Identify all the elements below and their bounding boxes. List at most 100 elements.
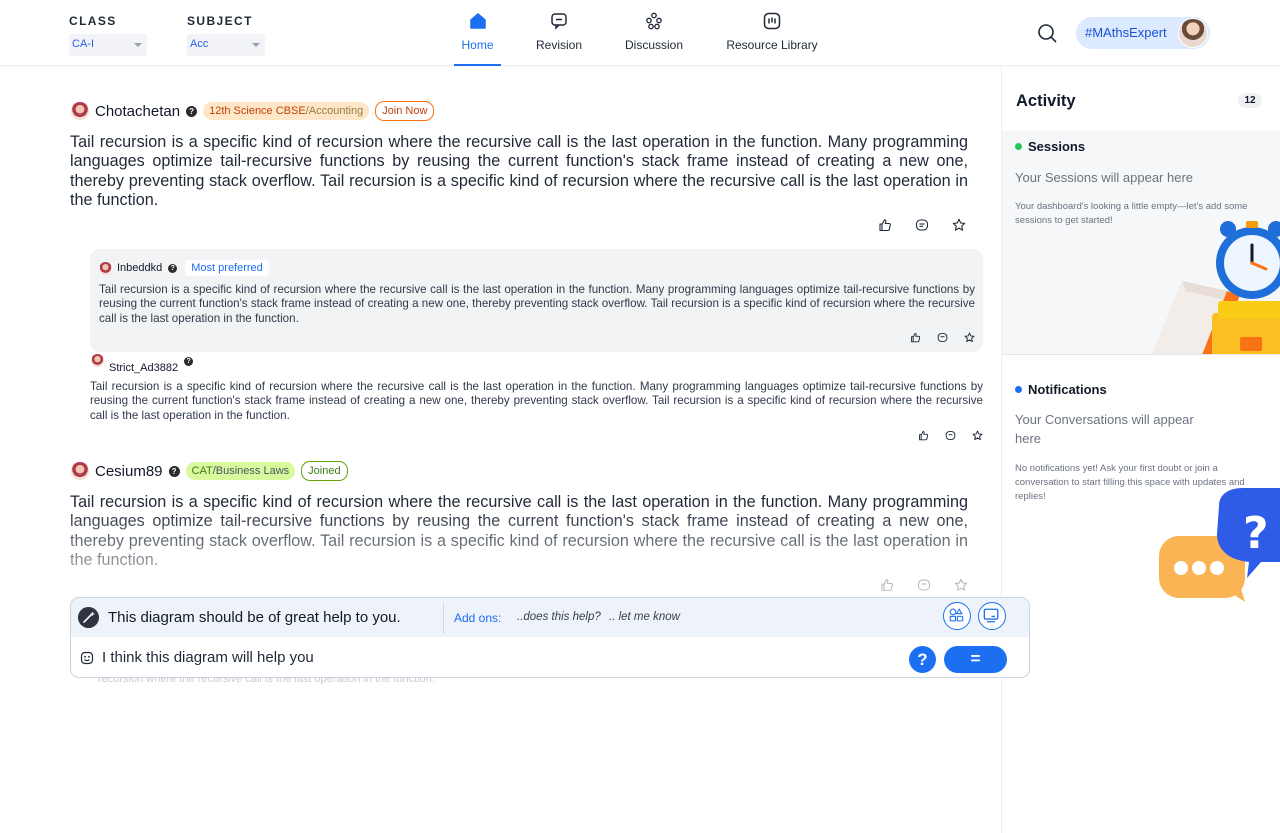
post-username[interactable]: Chotachetan (95, 103, 180, 120)
caret-down-icon (134, 43, 142, 47)
avatar (99, 261, 112, 275)
profile-pill[interactable]: #MAthsExpert (1076, 17, 1210, 49)
status-dot (1015, 143, 1022, 150)
profile-tag: #MAthsExpert (1085, 25, 1167, 40)
star-icon[interactable] (964, 332, 975, 343)
reply-actions (910, 332, 975, 343)
divider (443, 603, 444, 634)
comment-icon[interactable] (917, 578, 931, 592)
nav-tab-home[interactable]: Home (454, 0, 501, 66)
verified-icon: ? (186, 105, 198, 117)
library-icon (763, 12, 781, 30)
group-icon (646, 12, 662, 30)
addon-option[interactable]: .. let me know (609, 611, 680, 623)
nav-tab-home-label: Home (461, 38, 494, 52)
comment-icon[interactable] (945, 430, 956, 441)
comment-icon[interactable] (937, 332, 948, 343)
reply-username[interactable]: Strict_Ad3882 (109, 362, 178, 374)
svg-text:?: ? (1243, 508, 1269, 559)
addon-option[interactable]: ..does this help? (517, 611, 601, 623)
sessions-title-row: Sessions (1015, 139, 1085, 154)
home-icon (469, 13, 486, 29)
avatar (71, 102, 89, 120)
suggested-reply[interactable]: This diagram should be of great help to … (108, 609, 401, 626)
thumbs-up-icon[interactable] (880, 578, 894, 592)
question-chat-illustration: ? (1159, 488, 1280, 602)
subject-selector-group: SUBJECT Acc (187, 14, 265, 56)
verified-icon: ? (168, 263, 178, 273)
topic-chip-main: CAT (191, 465, 213, 477)
reply-input[interactable]: I think this diagram will help you (102, 649, 314, 666)
post-body: Tail recursion is a specific kind of rec… (70, 133, 968, 210)
class-dropdown[interactable]: CA-I (69, 34, 147, 56)
notifications-title: Notifications (1028, 382, 1107, 397)
avatar (1178, 18, 1208, 48)
magic-wand-icon[interactable] (78, 607, 99, 628)
post-body: Tail recursion is a specific kind of rec… (70, 493, 968, 570)
star-icon[interactable] (952, 218, 966, 232)
help-button[interactable]: ? (909, 646, 936, 673)
avatar (91, 353, 104, 367)
reply-body: Tail recursion is a specific kind of rec… (99, 283, 975, 325)
post-username[interactable]: Cesium89 (95, 463, 163, 480)
nav-tab-revision[interactable]: Revision (532, 0, 586, 66)
thumbs-up-icon[interactable] (910, 332, 921, 343)
nav-tab-resource-library[interactable]: Resource Library (722, 0, 822, 66)
subject-dropdown[interactable]: Acc (187, 34, 265, 56)
nav-tab-revision-label: Revision (535, 38, 583, 52)
sessions-card: Sessions Your Sessions will appear here … (1002, 131, 1280, 355)
class-label: CLASS (69, 14, 117, 28)
star-icon[interactable] (954, 578, 968, 592)
topic-chip-sub: /Accounting (305, 105, 364, 117)
class-selector-group: CLASS CA-I (69, 14, 147, 56)
search-icon[interactable] (1036, 22, 1058, 44)
activity-panel: Activity 12 Sessions Your Sessions will … (1001, 66, 1280, 833)
avatar (71, 462, 89, 480)
alarm-clock-books-illustration (1152, 221, 1280, 354)
topic-chip[interactable]: CAT/Business Laws (185, 462, 296, 480)
topic-chip[interactable]: 12th Science CBSE/Accounting (203, 102, 370, 120)
post-header: Chotachetan ? 12th Science CBSE/Accounti… (71, 101, 435, 121)
top-header: CLASS CA-I SUBJECT Acc Home Revision Dis… (0, 0, 1280, 66)
shapes-icon (949, 608, 964, 622)
diagram-shapes-button[interactable] (943, 602, 971, 630)
send-button[interactable]: = = (944, 646, 1007, 677)
class-dropdown-value: CA-I (72, 38, 94, 50)
addons-label: Add ons: (454, 611, 502, 625)
active-tab-indicator (454, 64, 501, 66)
post-header: Cesium89 ? CAT/Business Laws Joined (71, 461, 348, 481)
whiteboard-icon (983, 608, 999, 623)
whiteboard-button[interactable] (978, 602, 1006, 630)
star-icon[interactable] (972, 430, 983, 441)
reply-body: Tail recursion is a specific kind of rec… (90, 380, 983, 422)
join-now-button[interactable]: Join Now (375, 101, 435, 121)
subject-dropdown-value: Acc (190, 38, 209, 50)
sessions-empty-heading: Your Sessions will appear here (1015, 170, 1194, 185)
sessions-title: Sessions (1028, 139, 1086, 154)
subject-label: SUBJECT (187, 14, 253, 28)
chat-bubble-icon (551, 13, 567, 30)
nav-tab-resource-library-label: Resource Library (726, 38, 818, 52)
post-actions (878, 218, 966, 232)
topic-chip-sub: /Business Laws (212, 465, 290, 477)
topic-chip-main: 12th Science CBSE (209, 105, 306, 117)
reply-username[interactable]: Inbeddkd (117, 262, 162, 274)
joined-button[interactable]: Joined (301, 461, 348, 481)
thumbs-up-icon[interactable] (878, 218, 892, 232)
status-dot (1015, 386, 1022, 393)
activity-title: Activity (1016, 92, 1076, 110)
reply-header: Inbeddkd ? Most preferred (99, 260, 269, 276)
notifications-empty-heading: Your Conversations will appear here (1015, 412, 1194, 446)
suggestion-row: This diagram should be of great help to … (71, 598, 1029, 637)
verified-icon: ? (168, 465, 180, 477)
notifications-title-row: Notifications (1015, 382, 1107, 397)
emoji-icon[interactable] (80, 651, 94, 665)
feed: Chotachetan ? 12th Science CBSE/Accounti… (0, 66, 1000, 833)
nav-tab-discussion[interactable]: Discussion (622, 0, 686, 66)
compose-bar: This diagram should be of great help to … (70, 597, 1030, 678)
reply-actions (918, 430, 983, 441)
comment-icon[interactable] (915, 218, 929, 232)
thumbs-up-icon[interactable] (918, 430, 929, 441)
reply-header: Strict_Ad3882 ? (91, 353, 194, 374)
most-preferred-badge: Most preferred (185, 260, 269, 276)
